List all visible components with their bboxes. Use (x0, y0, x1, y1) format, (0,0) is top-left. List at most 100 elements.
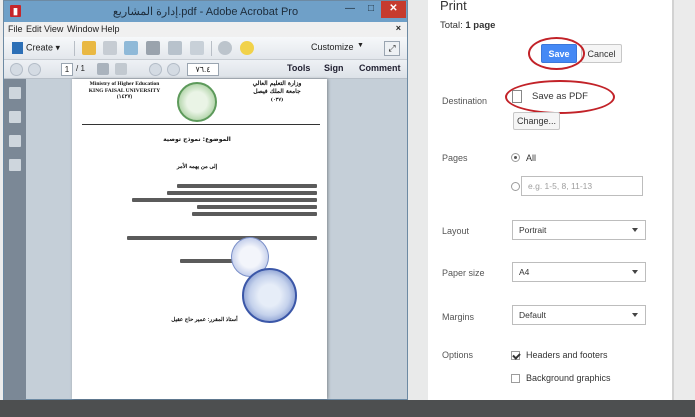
print-total: Total: 1 page (440, 20, 495, 31)
zoom-out-icon[interactable] (149, 63, 162, 76)
document-viewer[interactable]: Ministry of Higher Education KING FAISAL… (26, 79, 407, 399)
paper-size-label: Paper size (442, 268, 485, 278)
destination-label: Destination (442, 96, 488, 106)
menu-window[interactable]: Window (67, 24, 99, 34)
body-text-line (167, 191, 317, 195)
headers-footers-label: Headers and footers (526, 350, 608, 360)
body-text-line (192, 212, 317, 216)
navigation-pane (4, 79, 26, 401)
create-label: Create (26, 42, 54, 53)
letter-recipient: إلى من يهمه الأمر (176, 164, 218, 170)
total-prefix: Total: (440, 20, 463, 31)
close-button[interactable]: ✕ (381, 1, 406, 18)
change-destination-button[interactable]: Change... (513, 112, 560, 130)
bottom-frame (0, 400, 695, 417)
menu-help[interactable]: Help (101, 24, 120, 34)
expand-icon[interactable]: ⤢ (384, 41, 400, 56)
toolbar-divider (74, 41, 75, 56)
letter-signer: أستاذ المقرر: عمير حاج عقيل (171, 317, 238, 323)
cloud-icon[interactable] (124, 41, 138, 55)
zoom-in-icon[interactable] (167, 63, 180, 76)
save-icon[interactable] (103, 41, 117, 55)
background-graphics-checkbox[interactable] (511, 374, 520, 383)
options-label: Options (442, 350, 474, 360)
maximize-button[interactable]: □ (361, 1, 381, 18)
main-toolbar: Create ▾ Customize ▼ ⤢ (4, 37, 407, 60)
edit-document-icon[interactable] (168, 41, 182, 55)
header-divider (82, 124, 320, 125)
print-dialog: Print Total: 1 page Save Cancel Destinat… (428, 0, 672, 400)
chevron-down-icon (632, 313, 638, 317)
background-graphics-label: Background graphics (526, 373, 611, 383)
menu-bar: File Edit View Window Help × (4, 22, 407, 37)
page-number-input[interactable]: 1 (61, 63, 73, 76)
chevron-down-icon[interactable]: ▼ (357, 42, 364, 49)
document-close-icon[interactable]: × (396, 23, 401, 33)
minimize-button[interactable]: — (339, 1, 361, 18)
page-count: / 1 (76, 64, 85, 73)
layout-value: Portrait (519, 225, 547, 235)
tab-tools[interactable]: Tools (287, 63, 310, 73)
next-page-icon[interactable] (28, 63, 41, 76)
cancel-button[interactable]: Cancel (581, 44, 622, 63)
save-highlight-circle (528, 37, 585, 70)
university-stamp (242, 268, 297, 323)
pdf-page: Ministry of Higher Education KING FAISAL… (72, 79, 327, 399)
margins-label: Margins (442, 312, 475, 322)
email-icon[interactable] (190, 41, 204, 55)
headers-footers-checkbox[interactable] (511, 351, 520, 360)
letterhead-english: Ministry of Higher Education KING FAISAL… (82, 81, 167, 101)
layout-label: Layout (442, 226, 470, 236)
letterhead-line: (١٤٢٧) (116, 94, 133, 100)
attachments-icon[interactable] (9, 135, 21, 147)
acrobat-window: ▮ إدارة المشاريع.pdf - Adobe Acrobat Pro… (3, 0, 408, 401)
chevron-down-icon (632, 270, 638, 274)
page-thumbnails-icon[interactable] (9, 87, 21, 99)
pages-all-label: All (526, 153, 537, 163)
pages-range-input[interactable]: e.g. 1-5, 8, 11-13 (521, 176, 643, 196)
screen: ▮ إدارة المشاريع.pdf - Adobe Acrobat Pro… (0, 0, 695, 417)
create-icon (12, 42, 23, 54)
margins-select[interactable]: Default (512, 305, 646, 325)
letterhead-line: (٠٣٧) (270, 97, 284, 103)
letterhead-line: وزارة التعليم العالي (252, 80, 302, 87)
menu-edit[interactable]: Edit (26, 24, 42, 34)
pages-all-radio[interactable] (511, 153, 520, 162)
pages-label: Pages (442, 153, 468, 163)
navigation-toolbar: 1 / 1 ٧٦.٤ Tools Sign Comment (4, 60, 407, 79)
bookmarks-icon[interactable] (9, 111, 21, 123)
customize-menu[interactable]: Customize (311, 42, 354, 52)
zoom-level-input[interactable]: ٧٦.٤ (187, 63, 219, 76)
comment-bubble-icon[interactable] (240, 41, 254, 55)
body-text-line (197, 205, 317, 209)
hand-tool-icon[interactable] (115, 63, 127, 75)
select-cursor-icon[interactable] (97, 63, 109, 75)
body-text-line (127, 236, 317, 240)
body-text-line (177, 184, 317, 188)
paper-size-value: A4 (519, 267, 530, 277)
chevron-down-icon (632, 228, 638, 232)
right-scroll-area (672, 0, 695, 417)
destination-highlight-circle (505, 80, 615, 114)
margins-value: Default (519, 310, 546, 320)
letter-subject: الموضوع: نموذج توصية (163, 136, 231, 143)
letterhead-arabic: وزارة التعليم العالي جامعة الملك فيصل (٠… (237, 80, 317, 104)
paper-size-select[interactable]: A4 (512, 262, 646, 282)
layout-select[interactable]: Portrait (512, 220, 646, 240)
university-logo (177, 82, 217, 122)
print-icon[interactable] (146, 41, 160, 55)
signatures-icon[interactable] (9, 159, 21, 171)
pages-range-radio[interactable] (511, 182, 520, 191)
acrobat-titlebar[interactable]: ▮ إدارة المشاريع.pdf - Adobe Acrobat Pro… (4, 1, 407, 22)
tab-sign[interactable]: Sign (324, 63, 344, 73)
total-value: 1 page (465, 20, 496, 31)
settings-icon[interactable] (218, 41, 232, 55)
create-button[interactable]: Create ▾ (8, 41, 64, 56)
open-folder-icon[interactable] (82, 41, 96, 55)
print-title: Print (440, 0, 467, 13)
previous-page-icon[interactable] (10, 63, 23, 76)
menu-file[interactable]: File (8, 24, 23, 34)
body-text-line (132, 198, 317, 202)
tab-comment[interactable]: Comment (359, 63, 401, 73)
menu-view[interactable]: View (44, 24, 63, 34)
